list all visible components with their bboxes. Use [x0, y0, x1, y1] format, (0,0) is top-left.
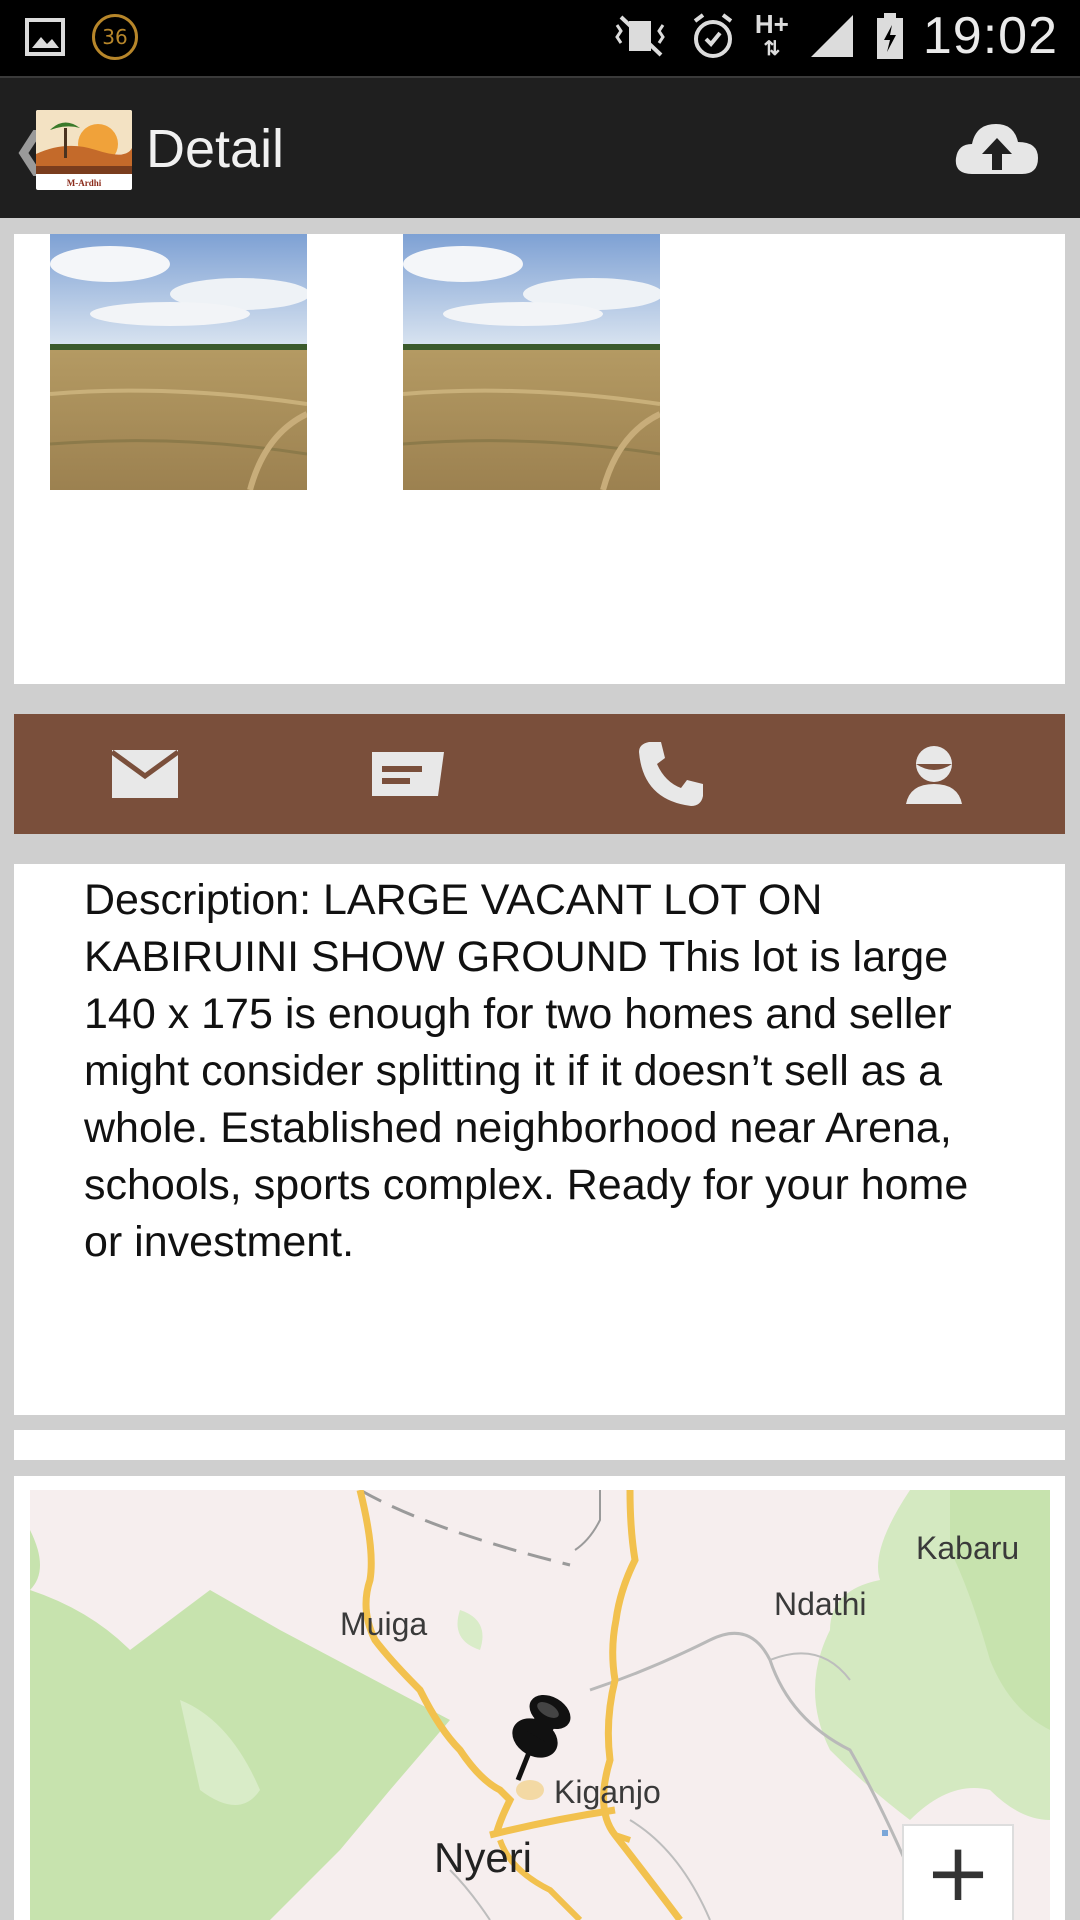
network-type-icon: H+ ⇅ [754, 8, 789, 60]
app-logo[interactable]: M-Ardhi [36, 110, 132, 190]
cloud-upload-icon[interactable] [952, 114, 1042, 184]
phone-icon [638, 742, 703, 806]
divider-card [14, 1430, 1065, 1460]
status-bar: 36 H+ ⇅ 19:02 [0, 0, 1080, 76]
action-bar: ❮ M-Ardhi Detail [0, 76, 1080, 218]
profile-icon [905, 746, 962, 804]
description-text: Description: LARGE VACANT LOT ON KABIRUI… [84, 876, 969, 1266]
map-label-kabaru: Kabaru [916, 1530, 1020, 1566]
signal-strength-icon [810, 15, 853, 57]
vibrate-mute-icon [615, 15, 665, 57]
property-photo-1[interactable] [50, 234, 307, 490]
notification-count-badge: 36 [92, 14, 138, 60]
location-map[interactable]: Kabaru Ndathi Muiga Kiganjo Nyeri + [30, 1490, 1050, 1920]
clock: 19:02 [922, 7, 1058, 65]
gallery-notification-icon [25, 18, 65, 56]
call-button[interactable] [540, 714, 803, 834]
map-label-muiga: Muiga [340, 1606, 428, 1642]
seller-profile-button[interactable] [802, 714, 1065, 834]
description-card: Description: LARGE VACANT LOT ON KABIRUI… [14, 864, 1065, 1415]
photo-gallery [14, 234, 1065, 684]
email-icon [110, 749, 180, 798]
map-label-kiganjo: Kiganjo [554, 1774, 661, 1810]
zoom-in-button[interactable]: + [902, 1824, 1014, 1920]
property-photo-2[interactable] [403, 234, 660, 490]
message-icon [372, 752, 445, 796]
battery-charging-icon [876, 13, 903, 59]
logo-text: M-Ardhi [67, 178, 102, 188]
map-label-ndathi: Ndathi [774, 1586, 867, 1622]
alarm-icon [693, 13, 733, 58]
message-button[interactable] [277, 714, 540, 834]
map-label-nyeri: Nyeri [434, 1834, 533, 1881]
email-button[interactable] [14, 714, 277, 834]
contact-action-bar [14, 714, 1065, 834]
page-title: Detail [146, 119, 285, 179]
map-card: Kabaru Ndathi Muiga Kiganjo Nyeri + [14, 1476, 1065, 1920]
